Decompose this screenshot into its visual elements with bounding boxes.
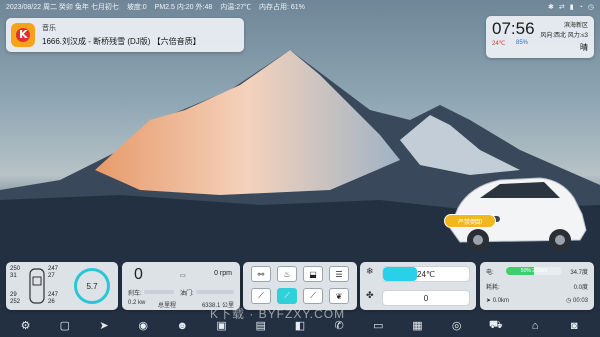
folder-icon[interactable]: ▦	[409, 318, 425, 334]
speed-panel[interactable]: 0 ▭ 0 rpm 刹车: 油门: 0.2 kw 总里程 6338.1 公里	[122, 262, 240, 310]
qq-icon[interactable]: ☻	[174, 318, 190, 334]
fan-icon: ✤	[366, 290, 374, 300]
tire-rear-right: 247 26	[48, 292, 59, 305]
consumption-value: 0.0度	[573, 285, 588, 291]
ac-temperature-fill	[383, 267, 418, 281]
tire-front-left: 250 31	[10, 266, 21, 279]
vehicle-controls-panel[interactable]: ⚯ ♨ ⬓ ☰ ⟋ ⟋ ⟋ ❦	[243, 262, 357, 310]
status-bar: 2023/08/22 周二 癸卯 兔年 七月初七 坡度:0 PM2.5 内:20…	[0, 0, 600, 14]
range-bar: 50% 281km	[506, 267, 562, 275]
signal-icon: ▮	[569, 4, 574, 11]
battery-icon: ▭	[180, 273, 186, 279]
status-temp: 内温:27℃	[220, 4, 251, 11]
leaf-icon[interactable]: ❦	[329, 288, 349, 304]
watermark: K下载 · BYFZXY.COM	[210, 307, 346, 321]
tire-center-gauge: 5.7	[74, 268, 110, 304]
clock-time: 07:56	[492, 19, 535, 38]
status-memory: 内存占用: 61%	[259, 4, 305, 11]
clock-icon: ◷	[587, 4, 594, 11]
rpm-value: 0 rpm	[214, 270, 232, 277]
weather-condition: 晴	[580, 43, 588, 52]
throttle-bar	[196, 290, 234, 294]
status-slope: 坡度:0	[126, 4, 147, 11]
power-value: 0.2 kw	[128, 300, 146, 306]
speed-value: 0	[134, 266, 143, 283]
seat-heat-icon[interactable]: ⟋	[277, 288, 297, 304]
weather-humidity: 85%	[516, 40, 529, 46]
car-icon[interactable]: ⛟	[488, 318, 504, 334]
menu-icon[interactable]: ☰	[329, 266, 349, 282]
wiper-icon[interactable]: ⟋	[251, 288, 271, 304]
snowflake-icon: ❄	[366, 266, 374, 276]
clock-weather-widget[interactable]: 07:56 滨海新区 风向:西北 风力:≤3 24℃ 85% 晴	[486, 16, 594, 58]
brake-bar	[144, 290, 174, 294]
climate-panel[interactable]: ❄ 24℃ ✤ 0	[360, 262, 476, 310]
bluetooth-icon: ✱	[548, 4, 554, 11]
weather-location: 滨海新区	[563, 23, 588, 29]
mileage-label: 总里程	[158, 303, 177, 309]
car-badge: 严禁倒卸	[444, 214, 496, 228]
seat-icon[interactable]: ⚯	[251, 266, 271, 282]
square-icon[interactable]: ▢	[57, 318, 73, 334]
trip-panel[interactable]: 电: 50% 281km 34.7度 耗耗: 0.0度 ➤ 0.0km ◷ 00…	[480, 262, 594, 310]
gear-icon[interactable]: ⚙	[18, 318, 34, 334]
music-app-name: 音乐	[42, 25, 56, 32]
usb-icon: ⇄	[558, 4, 565, 11]
status-date: 2023/08/22 周二 癸卯 兔年 七月初七	[6, 4, 119, 11]
status-pm: PM2.5 内:20 外:48	[154, 4, 213, 11]
screen-icon[interactable]: ▭	[370, 318, 386, 334]
ac-temperature[interactable]: 24℃	[382, 266, 470, 282]
weather-wind: 风向:西北 风力:≤3	[540, 33, 588, 39]
car-topview-icon	[29, 268, 45, 304]
photo-icon[interactable]: ◙	[566, 318, 582, 334]
heat-icon[interactable]: ♨	[277, 266, 297, 282]
throttle-label: 油门:	[180, 291, 194, 297]
car-image[interactable]	[440, 168, 590, 256]
music-widget[interactable]: K 音乐 1666.刘汉成 - 断桥残雪 (DJ版) 【六倍音质】	[6, 18, 244, 52]
weather-temperature: 24℃	[492, 41, 506, 47]
music-logo-icon: K	[11, 23, 35, 47]
dashcam-icon[interactable]: ◎	[449, 318, 465, 334]
range-extra: 34.7度	[570, 270, 588, 276]
tire-front-right: 247 27	[48, 266, 59, 279]
elec-label: 电:	[486, 270, 494, 276]
wifi-icon: ◔	[578, 3, 583, 11]
seat-vent-icon[interactable]: ⟋	[303, 288, 323, 304]
music-song-title: 1666.刘汉成 - 断桥残雪 (DJ版) 【六倍音质】	[42, 37, 201, 46]
trip-time: ◷ 00:03	[566, 298, 588, 304]
nav-icon[interactable]: ➤	[96, 318, 112, 334]
consumption-label: 耗耗:	[486, 285, 500, 291]
trip-distance: ➤ 0.0km	[486, 298, 510, 304]
tire-rear-left: 29 252	[10, 292, 21, 305]
record-icon[interactable]: ◉	[135, 318, 151, 334]
status-icons: ✱ ⇄ ▮ ◔ ◷	[548, 3, 594, 12]
door-icon[interactable]: ⬓	[303, 266, 323, 282]
home-icon[interactable]: ⌂	[527, 318, 543, 334]
ac-fan-speed[interactable]: 0	[382, 290, 470, 306]
brake-label: 刹车:	[128, 291, 142, 297]
tire-pressure-panel[interactable]: 250 31 247 27 29 252 247 26 5.7	[6, 262, 118, 310]
